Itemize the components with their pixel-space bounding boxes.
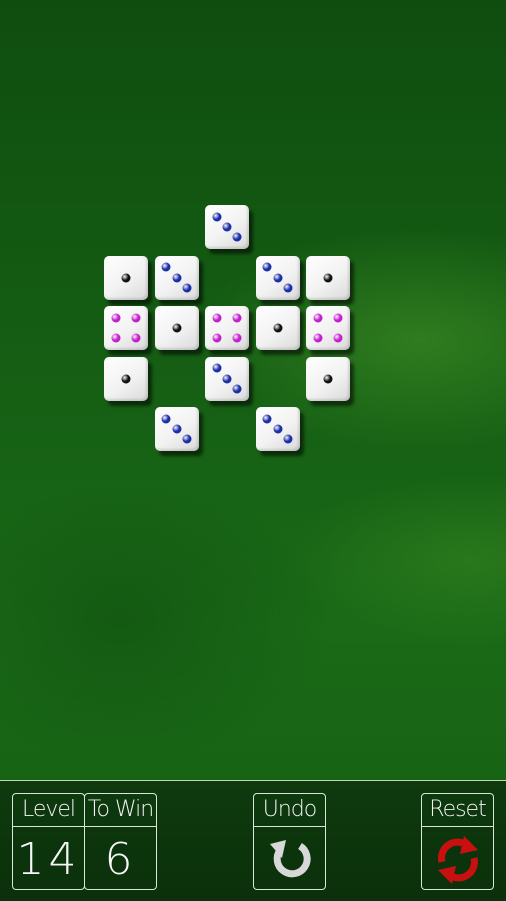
die-three[interactable] (255, 407, 300, 451)
level-value: 14 (16, 834, 81, 885)
undo-label: Undo (254, 794, 325, 827)
die-pip (222, 374, 232, 383)
die-pip (182, 434, 192, 444)
die-pip (262, 262, 272, 272)
die-pip (111, 333, 121, 343)
die-pip (172, 273, 181, 282)
game-board (0, 0, 506, 780)
reset-button[interactable]: Reset (421, 793, 494, 890)
die-pip (333, 333, 343, 343)
die-four[interactable] (306, 306, 350, 350)
die-pip (111, 313, 121, 323)
die-four[interactable] (104, 306, 148, 350)
die-pip (232, 232, 242, 242)
die-pip (323, 374, 333, 383)
die-pip (273, 273, 282, 282)
die-pip (283, 434, 293, 444)
die-pip (161, 262, 171, 272)
die-one[interactable] (104, 255, 148, 300)
die-pip (273, 424, 282, 434)
die-pip (313, 333, 323, 343)
die-three[interactable] (154, 407, 199, 451)
die-four[interactable] (205, 306, 249, 350)
die-pip (232, 384, 242, 394)
die-three[interactable] (154, 255, 199, 300)
undo-arrow-icon (254, 832, 325, 888)
die-one[interactable] (306, 255, 350, 300)
die-pip (273, 323, 282, 333)
die-pip (161, 414, 171, 424)
die-three[interactable] (205, 205, 249, 249)
die-pip (121, 273, 131, 282)
die-pip (212, 212, 222, 222)
die-one[interactable] (306, 356, 350, 401)
undo-button[interactable]: Undo (253, 793, 326, 890)
die-pip (212, 313, 222, 323)
level-label: Level (13, 794, 84, 827)
die-pip (262, 414, 272, 424)
die-pip (172, 424, 181, 434)
reset-arrows-icon (422, 832, 493, 888)
die-one[interactable] (255, 306, 300, 350)
to-win-value: 6 (104, 834, 137, 885)
die-pip (131, 333, 141, 343)
die-pip (131, 313, 141, 323)
die-pip (212, 363, 222, 373)
die-pip (313, 313, 323, 323)
to-win-box: To Win 6 (84, 793, 157, 890)
die-pip (222, 222, 232, 232)
die-one[interactable] (104, 356, 148, 401)
die-pip (323, 273, 333, 282)
die-pip (172, 323, 181, 333)
die-pip (333, 313, 343, 323)
bottom-toolbar: Level 14 To Win 6 Undo Reset (0, 780, 506, 901)
die-three[interactable] (205, 356, 249, 401)
reset-label: Reset (422, 794, 493, 827)
die-pip (121, 374, 131, 383)
die-pip (283, 283, 293, 293)
die-one[interactable] (154, 306, 199, 350)
die-pip (232, 333, 242, 343)
die-pip (182, 283, 192, 293)
die-three[interactable] (255, 255, 300, 300)
level-box: Level 14 (12, 793, 85, 890)
die-pip (232, 313, 242, 323)
to-win-label: To Win (85, 794, 156, 827)
die-pip (212, 333, 222, 343)
